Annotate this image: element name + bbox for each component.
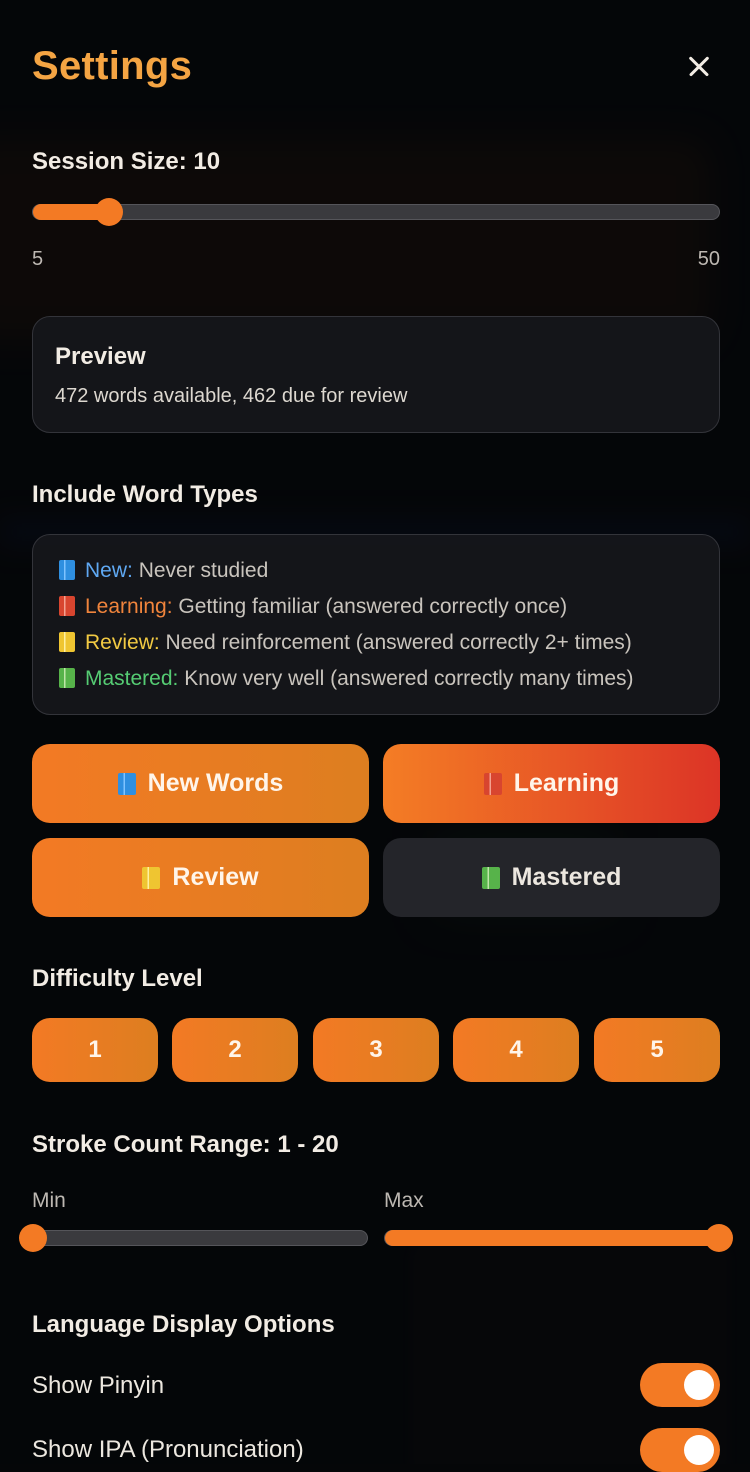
toggle-knob [684,1370,714,1400]
blue-book-icon [118,773,136,795]
review-button[interactable]: Review [32,838,369,917]
stroke-max-fill [385,1230,719,1246]
word-types-heading: Include Word Types [32,481,258,509]
stroke-count-label: Stroke Count Range: 1 - 20 [32,1131,339,1159]
new-words-button[interactable]: New Words [32,744,369,823]
stroke-max-thumb[interactable] [705,1224,733,1252]
show-pinyin-toggle[interactable] [640,1363,720,1407]
red-book-icon [484,773,502,795]
legend-new-name: New: [85,559,133,582]
legend-review: Review: Need reinforcement (answered cor… [59,631,632,655]
stroke-min-thumb[interactable] [19,1224,47,1252]
preview-text: 472 words available, 462 due for review [55,385,407,408]
language-heading: Language Display Options [32,1311,335,1339]
stroke-max-label: Max [384,1189,424,1213]
legend-review-name: Review: [85,631,160,654]
toggle-knob [684,1435,714,1465]
close-icon[interactable] [678,46,718,86]
legend-new: New: Never studied [59,559,268,583]
review-label: Review [172,863,258,892]
legend-learning-desc: Getting familiar (answered correctly onc… [173,595,567,618]
word-types-legend: New: Never studied Learning: Getting fam… [32,534,720,715]
new-words-label: New Words [148,769,284,798]
learning-button[interactable]: Learning [383,744,720,823]
legend-review-desc: Need reinforcement (answered correctly 2… [160,631,632,654]
session-size-thumb[interactable] [95,198,123,226]
legend-mastered-desc: Know very well (answered correctly many … [178,667,633,690]
green-book-icon [482,867,500,889]
difficulty-heading: Difficulty Level [32,965,203,993]
stroke-count-range: 1 - 20 [277,1131,338,1158]
difficulty-level-4-button[interactable]: 4 [453,1018,579,1082]
difficulty-level-3-button[interactable]: 3 [313,1018,439,1082]
page-title: Settings [32,44,192,89]
legend-new-desc: Never studied [133,559,268,582]
stroke-min-slider[interactable] [32,1230,368,1246]
learning-label: Learning [514,769,620,798]
yellow-notebook-icon [142,867,160,889]
show-ipa-label: Show IPA (Pronunciation) [32,1436,304,1464]
preview-card: Preview 472 words available, 462 due for… [32,316,720,433]
yellow-notebook-icon [59,632,75,652]
session-size-text: Session Size: [32,148,187,175]
difficulty-level-5-button[interactable]: 5 [594,1018,720,1082]
mastered-label: Mastered [512,863,622,892]
legend-mastered-name: Mastered: [85,667,178,690]
difficulty-level-1-button[interactable]: 1 [32,1018,158,1082]
stroke-count-text: Stroke Count Range: [32,1131,271,1158]
blue-book-icon [59,560,75,580]
mastered-button[interactable]: Mastered [383,838,720,917]
stroke-max-slider[interactable] [384,1230,720,1246]
difficulty-level-2-button[interactable]: 2 [172,1018,298,1082]
settings-header: Settings [32,40,718,92]
session-size-value: 10 [193,148,220,175]
preview-title: Preview [55,343,146,371]
show-pinyin-label: Show Pinyin [32,1372,164,1400]
stroke-min-label: Min [32,1189,66,1213]
session-max-label: 50 [698,248,720,271]
legend-learning-name: Learning: [85,595,173,618]
legend-mastered: Mastered: Know very well (answered corre… [59,667,634,691]
session-size-label: Session Size: 10 [32,148,220,176]
session-size-slider[interactable] [32,204,720,220]
legend-learning: Learning: Getting familiar (answered cor… [59,595,567,619]
session-min-label: 5 [32,248,43,271]
green-book-icon [59,668,75,688]
show-ipa-toggle[interactable] [640,1428,720,1472]
red-book-icon [59,596,75,616]
